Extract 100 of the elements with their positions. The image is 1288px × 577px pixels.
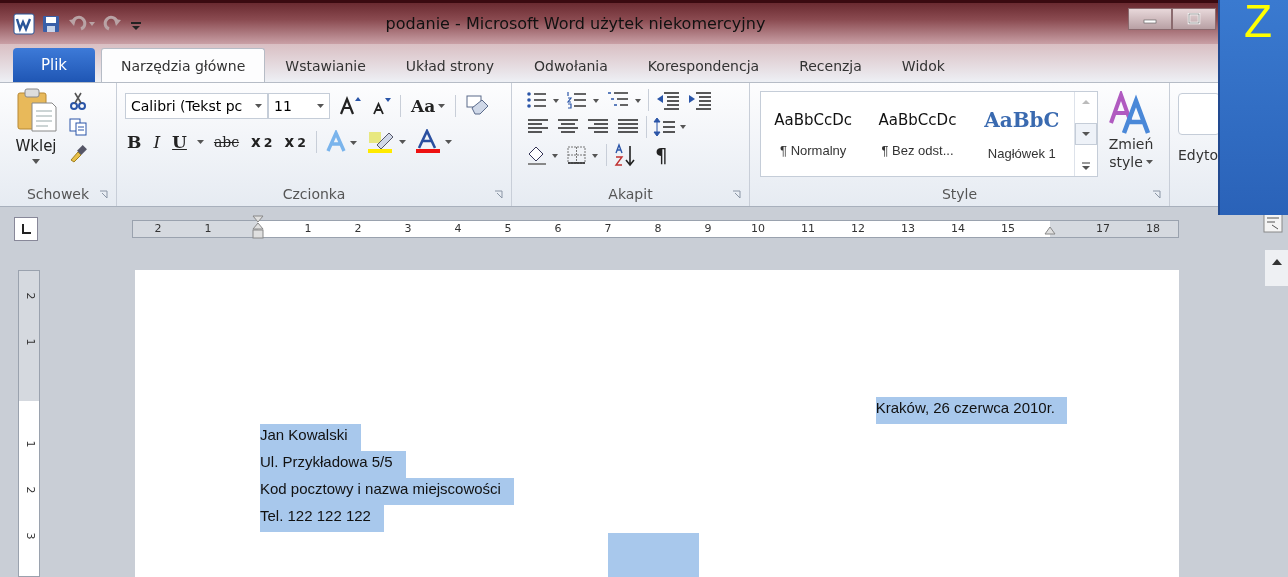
ruler-number: 2 <box>154 220 162 237</box>
ruler-number: 14 <box>951 220 965 237</box>
group-label: Style <box>941 186 978 202</box>
align-right-icon[interactable] <box>586 118 610 136</box>
ruler-number: 11 <box>801 220 815 237</box>
format-painter-icon[interactable] <box>68 143 88 163</box>
ruler-number: 13 <box>901 220 915 237</box>
shading-icon[interactable] <box>526 144 560 166</box>
ribbon-tab[interactable]: Wstawianie <box>265 48 386 82</box>
dialog-launcher-icon[interactable] <box>99 190 108 199</box>
font-size-field[interactable]: 11 <box>268 93 330 119</box>
ruler-number: 15 <box>1001 220 1015 237</box>
justify-icon[interactable] <box>616 118 640 136</box>
ruler-number: 1 <box>22 440 36 448</box>
format-button[interactable]: B <box>125 132 144 152</box>
style-preview: AaBbCcDc <box>878 110 957 129</box>
format-button[interactable]: I <box>151 132 163 152</box>
ribbon-tab[interactable]: Odwołania <box>514 48 628 82</box>
word-logo-icon[interactable] <box>13 12 35 35</box>
numbered-list-icon[interactable] <box>566 90 600 110</box>
tab-selector-button[interactable] <box>14 216 38 241</box>
window-title: podanie - Microsoft Word użytek niekomercyjny <box>384 14 767 33</box>
ruler-number: 5 <box>504 220 512 237</box>
ribbon-tab[interactable]: Układ strony <box>385 48 514 82</box>
borders-icon[interactable] <box>566 144 600 166</box>
ruler-number: 9 <box>704 220 712 237</box>
group-label: Czcionka <box>282 186 346 202</box>
increase-indent-icon[interactable] <box>687 90 713 110</box>
ruler-number: 3 <box>404 220 412 237</box>
grow-font-icon[interactable] <box>338 95 362 117</box>
sort-icon[interactable] <box>613 143 637 167</box>
ruler-number: 2 <box>22 292 36 300</box>
highlighter-icon[interactable] <box>366 129 407 155</box>
format-button[interactable]: U <box>170 132 189 152</box>
style-preview: AaBbCcDc <box>774 110 853 129</box>
ruler-number: 1 <box>22 338 36 346</box>
show-formatting-button[interactable]: ¶ <box>653 143 670 167</box>
ruler-number: 2 <box>22 486 36 494</box>
dialog-launcher-icon[interactable] <box>1152 190 1161 199</box>
ribbon-tab[interactable]: Recenzja <box>779 48 882 82</box>
caret-icon <box>255 104 262 108</box>
change-case-button[interactable]: Aa <box>409 96 448 116</box>
format-button[interactable]: abc <box>211 134 242 150</box>
ruler-number: 18 <box>1146 220 1160 237</box>
save-icon[interactable] <box>41 13 61 34</box>
ruler-number: 2 <box>354 220 362 237</box>
style-name: ¶ Bez odst... <box>881 142 954 158</box>
style-item[interactable]: AaBbCcDc ¶ Normalny <box>761 92 866 176</box>
dialog-launcher-icon[interactable] <box>494 190 503 199</box>
font-name-field[interactable]: Calibri (Tekst pc <box>125 93 268 119</box>
font-color-icon[interactable] <box>414 129 453 155</box>
caret-icon <box>438 104 446 108</box>
bullet-list-icon[interactable] <box>526 90 560 110</box>
ruler-number: 12 <box>851 220 865 237</box>
dialog-launcher-icon[interactable] <box>732 190 741 199</box>
restore-icon <box>1186 13 1202 25</box>
style-preview: AaBbC <box>984 107 1060 132</box>
decrease-indent-icon[interactable] <box>655 90 681 110</box>
minimize-button[interactable] <box>1128 8 1172 30</box>
style-item[interactable]: AaBbC Nagłówek 1 <box>969 92 1074 176</box>
caret-icon <box>32 159 40 164</box>
document-text: Tel. 122 122 122 <box>260 505 384 532</box>
file-tab[interactable]: Plik <box>13 48 95 82</box>
ruler-number: 7 <box>604 220 612 237</box>
caret-icon <box>317 104 324 108</box>
clear-formatting-icon[interactable] <box>464 94 491 118</box>
find-button[interactable] <box>1178 93 1220 135</box>
document-text: Ul. Przykładowa 5/5 <box>260 451 406 478</box>
line-spacing-icon[interactable] <box>653 116 689 138</box>
caret-icon[interactable] <box>196 140 204 144</box>
shrink-font-icon[interactable] <box>370 95 392 117</box>
copy-icon[interactable] <box>68 117 88 137</box>
group-label: Schowek <box>26 186 90 202</box>
style-name: ¶ Normalny <box>780 142 847 158</box>
restore-button[interactable] <box>1172 8 1216 30</box>
change-styles-button[interactable]: Zmień style <box>1108 91 1154 182</box>
ruler-number: 6 <box>554 220 562 237</box>
view-ruler-icon[interactable] <box>1263 212 1283 233</box>
left-tab-icon <box>20 222 32 235</box>
style-item[interactable]: AaBbCcDc ¶ Bez odst... <box>865 92 970 176</box>
scissors-icon[interactable] <box>68 91 88 111</box>
clipboard-icon <box>14 87 58 133</box>
ruler-number: 17 <box>1096 220 1110 237</box>
document-text: Kod pocztowy i nazwa miejscowości <box>260 478 514 505</box>
align-center-icon[interactable] <box>556 118 580 136</box>
overlay-text: Z <box>1244 0 1273 48</box>
ribbon-tab[interactable]: Korespondencja <box>627 48 780 82</box>
align-left-icon[interactable] <box>526 118 550 136</box>
group-label: Akapit <box>608 186 653 202</box>
paste-button[interactable]: Wklej <box>14 87 58 182</box>
ruler-number: 8 <box>654 220 662 237</box>
scroll-down-icon[interactable] <box>1075 123 1097 145</box>
ruler-number: 3 <box>22 532 36 540</box>
document-text: Jan Kowalski <box>260 424 361 451</box>
ruler-number: 1 <box>304 220 312 237</box>
ruler-number: 10 <box>751 220 765 237</box>
ribbon-tab[interactable]: Narzędzia główne <box>101 48 266 82</box>
document-text: Kraków, 26 czerwca 2010r. <box>875 397 1067 424</box>
ribbon-tab[interactable]: Widok <box>881 48 965 82</box>
right-indent-marker-icon[interactable] <box>1044 225 1056 236</box>
